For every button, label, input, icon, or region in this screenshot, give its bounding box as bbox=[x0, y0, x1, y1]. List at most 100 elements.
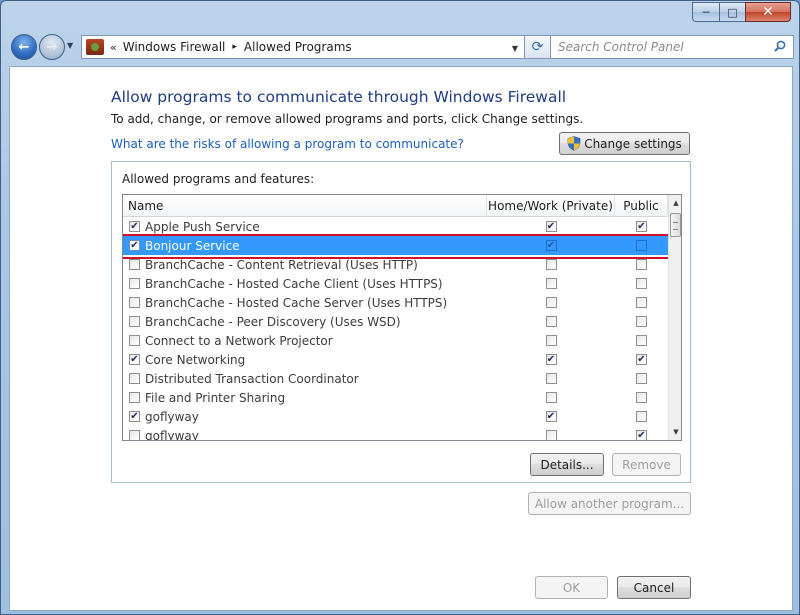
page-instructions: To add, change, or remove allowed progra… bbox=[111, 112, 584, 126]
program-name: BranchCache - Peer Discovery (Uses WSD) bbox=[145, 314, 401, 329]
scroll-up-icon[interactable]: ▲ bbox=[669, 195, 681, 211]
public-checkbox[interactable] bbox=[636, 278, 647, 289]
search-box[interactable] bbox=[550, 35, 794, 59]
home-checkbox[interactable]: ✔ bbox=[545, 354, 557, 365]
scroll-down-icon[interactable]: ▼ bbox=[669, 424, 681, 440]
program-enabled-checkbox[interactable] bbox=[129, 392, 140, 403]
home-checkbox[interactable] bbox=[545, 430, 557, 440]
column-header-name[interactable]: Name bbox=[123, 195, 487, 217]
program-enabled-checkbox[interactable] bbox=[129, 373, 140, 384]
column-header-home[interactable]: Home/Work (Private) bbox=[487, 195, 615, 217]
caption-buttons: ─ □ ✕ bbox=[692, 2, 791, 22]
minimize-button[interactable]: ─ bbox=[692, 2, 719, 22]
program-name: Distributed Transaction Coordinator bbox=[145, 371, 359, 386]
program-name: Connect to a Network Projector bbox=[145, 333, 333, 348]
home-checkbox[interactable] bbox=[545, 392, 557, 403]
forward-button[interactable]: → bbox=[39, 34, 65, 60]
list-item[interactable]: BranchCache - Content Retrieval (Uses HT… bbox=[123, 255, 668, 274]
back-button[interactable]: ← bbox=[11, 34, 37, 60]
program-name: BranchCache - Hosted Cache Client (Uses … bbox=[145, 276, 443, 291]
refresh-icon: ⟳ bbox=[531, 39, 544, 55]
search-input[interactable] bbox=[558, 40, 758, 54]
search-icon[interactable] bbox=[774, 40, 786, 52]
list-item[interactable]: BranchCache - Hosted Cache Server (Uses … bbox=[123, 293, 668, 312]
home-checkbox[interactable]: ✔ bbox=[545, 221, 557, 232]
program-enabled-checkbox[interactable] bbox=[129, 259, 140, 270]
allowed-programs-group: Allowed programs and features: Name Home… bbox=[111, 161, 691, 483]
close-button[interactable]: ✕ bbox=[745, 2, 791, 22]
list-item[interactable]: goflyway ✔ bbox=[123, 426, 668, 441]
program-enabled-checkbox[interactable] bbox=[129, 316, 140, 327]
ok-button[interactable]: OK bbox=[535, 576, 608, 599]
details-button[interactable]: Details... bbox=[530, 453, 604, 476]
public-checkbox[interactable] bbox=[636, 373, 647, 384]
program-name: Bonjour Service bbox=[145, 238, 240, 253]
home-checkbox[interactable]: ✔ bbox=[545, 240, 557, 251]
scroll-thumb[interactable] bbox=[670, 213, 681, 237]
list-rows: ✔ Apple Push Service ✔ ✔ ✔ Bonjour Service… bbox=[123, 217, 681, 441]
public-checkbox[interactable] bbox=[636, 259, 647, 270]
list-scrollbar[interactable]: ▲ ▼ bbox=[668, 195, 681, 440]
program-enabled-checkbox[interactable] bbox=[129, 335, 140, 346]
public-checkbox[interactable] bbox=[636, 316, 647, 327]
public-checkbox[interactable] bbox=[636, 335, 647, 346]
group-label: Allowed programs and features: bbox=[122, 172, 315, 186]
public-checkbox[interactable]: ✔ bbox=[636, 221, 647, 232]
program-enabled-checkbox[interactable] bbox=[129, 430, 140, 440]
list-item[interactable]: Distributed Transaction Coordinator bbox=[123, 369, 668, 388]
program-enabled-checkbox[interactable] bbox=[129, 278, 140, 289]
list-item[interactable]: BranchCache - Peer Discovery (Uses WSD) bbox=[123, 312, 668, 331]
list-header: Name Home/Work (Private) Public bbox=[123, 195, 668, 217]
risks-link[interactable]: What are the risks of allowing a program… bbox=[111, 137, 464, 151]
program-name: Core Networking bbox=[145, 352, 246, 367]
breadcrumb-allowed-programs[interactable]: Allowed Programs bbox=[244, 40, 352, 54]
list-item[interactable]: BranchCache - Hosted Cache Client (Uses … bbox=[123, 274, 668, 293]
home-checkbox[interactable] bbox=[545, 278, 557, 289]
firewall-icon bbox=[86, 39, 104, 55]
breadcrumb-separator-icon[interactable]: ▸ bbox=[232, 42, 237, 52]
program-name: goflyway bbox=[145, 428, 199, 441]
home-checkbox[interactable]: ✔ bbox=[545, 411, 557, 422]
column-header-public[interactable]: Public bbox=[615, 195, 668, 217]
public-checkbox[interactable]: ✔ bbox=[636, 354, 647, 365]
program-enabled-checkbox[interactable]: ✔ bbox=[129, 411, 140, 422]
home-checkbox[interactable] bbox=[545, 373, 557, 384]
allow-another-program-button[interactable]: Allow another program... bbox=[528, 492, 691, 515]
program-enabled-checkbox[interactable] bbox=[129, 297, 140, 308]
public-checkbox[interactable] bbox=[636, 392, 647, 403]
recent-pages-button[interactable]: ▼ bbox=[67, 41, 73, 50]
programs-list[interactable]: Name Home/Work (Private) Public ✔ Apple P… bbox=[122, 194, 682, 441]
home-checkbox[interactable] bbox=[545, 335, 557, 346]
public-checkbox[interactable]: ✔ bbox=[636, 430, 647, 440]
home-checkbox[interactable] bbox=[545, 316, 557, 327]
address-bar[interactable]: « Windows Firewall ▸ Allowed Programs ▼ bbox=[81, 35, 525, 59]
program-enabled-checkbox[interactable]: ✔ bbox=[129, 221, 140, 232]
address-dropdown-icon[interactable]: ▼ bbox=[512, 44, 518, 53]
remove-button[interactable]: Remove bbox=[612, 453, 681, 476]
program-enabled-checkbox[interactable]: ✔ bbox=[129, 354, 140, 365]
change-settings-button[interactable]: Change settings bbox=[559, 132, 690, 155]
address-overflow-chevrons[interactable]: « bbox=[110, 41, 117, 54]
list-item[interactable]: ✔ Apple Push Service ✔ ✔ bbox=[123, 217, 668, 236]
list-item[interactable]: ✔ Core Networking ✔ ✔ bbox=[123, 350, 668, 369]
list-item[interactable]: ✔ goflyway ✔ bbox=[123, 407, 668, 426]
program-name: BranchCache - Hosted Cache Server (Uses … bbox=[145, 295, 448, 310]
content-pane: Allow programs to communicate through Wi… bbox=[9, 66, 793, 611]
navigation-bar: ← → ▼ « Windows Firewall ▸ Allowed Progr… bbox=[9, 31, 794, 63]
cancel-button[interactable]: Cancel bbox=[617, 576, 691, 599]
public-checkbox[interactable] bbox=[636, 297, 647, 308]
breadcrumb-windows-firewall[interactable]: Windows Firewall bbox=[123, 40, 226, 54]
public-checkbox[interactable] bbox=[636, 411, 647, 422]
list-item[interactable]: Connect to a Network Projector bbox=[123, 331, 668, 350]
program-name: File and Printer Sharing bbox=[145, 390, 286, 405]
public-checkbox[interactable] bbox=[636, 240, 647, 251]
home-checkbox[interactable] bbox=[545, 297, 557, 308]
home-checkbox[interactable] bbox=[545, 259, 557, 270]
refresh-button[interactable]: ⟳ bbox=[525, 35, 551, 59]
program-name: Apple Push Service bbox=[145, 219, 260, 234]
list-item[interactable]: File and Printer Sharing bbox=[123, 388, 668, 407]
page-title: Allow programs to communicate through Wi… bbox=[111, 88, 567, 106]
maximize-button[interactable]: □ bbox=[719, 2, 745, 22]
program-enabled-checkbox[interactable]: ✔ bbox=[129, 240, 140, 251]
list-item-selected[interactable]: ✔ Bonjour Service ✔ bbox=[123, 234, 681, 259]
